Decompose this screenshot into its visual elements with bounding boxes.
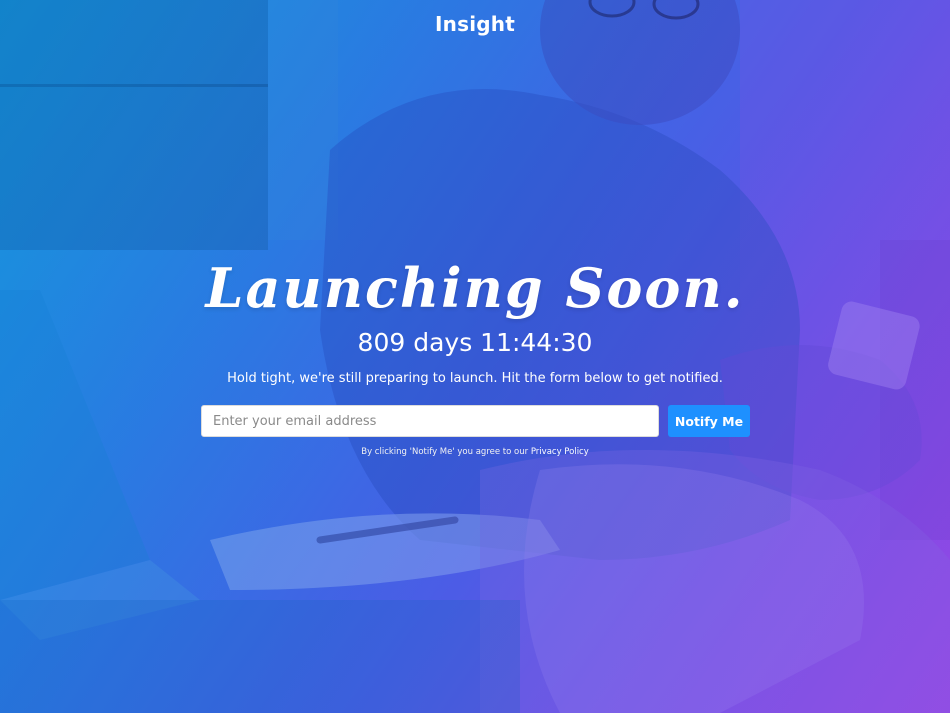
- legal-text: By clicking 'Notify Me' you agree to our: [361, 447, 529, 457]
- page-title: Launching Soon.: [205, 256, 745, 320]
- hero-subtext: Hold tight, we're still preparing to lau…: [227, 371, 723, 386]
- signup-form: Notify Me: [201, 405, 750, 437]
- brand-logo[interactable]: Insight: [0, 12, 950, 36]
- countdown-timer: 809 days 11:44:30: [357, 328, 593, 357]
- email-input[interactable]: [201, 405, 659, 437]
- privacy-policy-link[interactable]: Privacy Policy: [531, 447, 589, 457]
- legal-notice: By clicking 'Notify Me' you agree to our…: [0, 447, 950, 457]
- notify-me-button[interactable]: Notify Me: [668, 405, 750, 437]
